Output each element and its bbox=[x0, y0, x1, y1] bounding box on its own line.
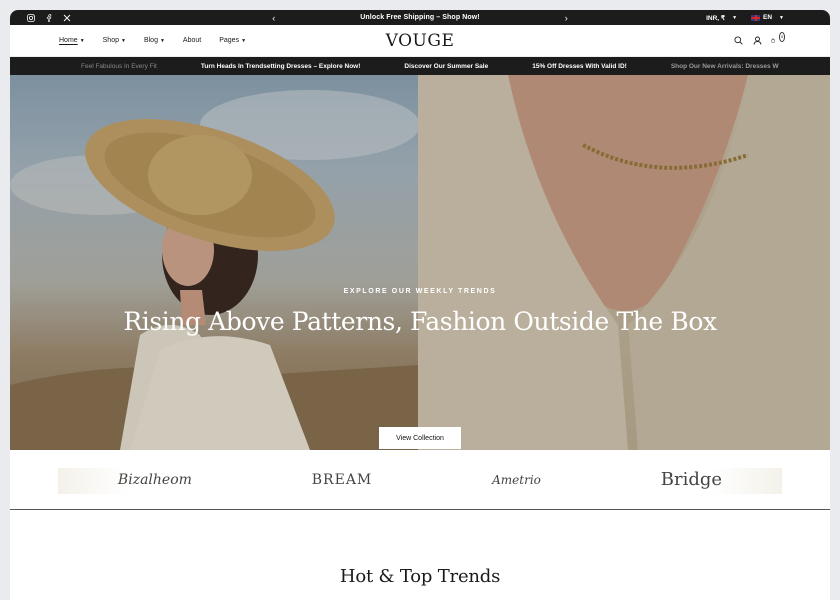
chevron-down-icon: ▼ bbox=[779, 14, 784, 21]
nav-label: Home bbox=[59, 37, 78, 44]
nav-item-pages[interactable]: Pages ▼ bbox=[219, 37, 246, 44]
header-actions: 0 bbox=[733, 31, 785, 46]
main-nav: Home ▼ Shop ▼ Blog ▼ About Pages ▼ VOUGE 0 bbox=[10, 25, 830, 57]
x-icon[interactable] bbox=[62, 13, 71, 22]
chevron-down-icon: ▼ bbox=[159, 37, 165, 44]
promo-text[interactable]: Unlock Free Shipping – Shop Now! bbox=[360, 14, 479, 21]
chevron-down-icon: ▼ bbox=[241, 37, 247, 44]
promo-carousel: ‹ Unlock Free Shipping – Shop Now! › bbox=[272, 13, 567, 23]
nav-label: Blog bbox=[143, 37, 158, 44]
marquee-item: Turn Heads In Trendsetting Dresses – Exp… bbox=[200, 62, 361, 70]
language-selector[interactable]: EN ▼ bbox=[751, 14, 784, 21]
section-title: Hot & Top Trends bbox=[339, 566, 501, 587]
social-links bbox=[26, 13, 71, 22]
marquee-strip: Feel Fabulous In Every Fit Turn Heads In… bbox=[10, 57, 830, 75]
nav-item-home[interactable]: Home ▼ bbox=[59, 37, 85, 44]
announcement-bar: ‹ Unlock Free Shipping – Shop Now! › INR… bbox=[10, 10, 830, 25]
hero-content: EXPLORE OUR WEEKLY TRENDS Rising Above P… bbox=[10, 75, 830, 450]
brand-logos: Bizalheom BREAM Ametrio Bridge bbox=[10, 450, 830, 510]
nav-label: Shop bbox=[102, 37, 119, 44]
brand-logo[interactable]: BREAM bbox=[312, 472, 373, 488]
nav-item-shop[interactable]: Shop ▼ bbox=[103, 37, 126, 44]
nav-label: Pages bbox=[219, 37, 240, 44]
currency-selector[interactable]: INR, ₹ ▼ bbox=[706, 14, 737, 22]
instagram-icon[interactable] bbox=[26, 13, 35, 22]
site-logo[interactable]: VOUGE bbox=[386, 31, 455, 51]
brand-logo[interactable]: Bridge bbox=[661, 469, 722, 490]
nav-menu: Home ▼ Shop ▼ Blog ▼ About Pages ▼ bbox=[59, 37, 246, 44]
search-icon[interactable] bbox=[733, 36, 743, 46]
currency-label: INR, ₹ bbox=[706, 14, 726, 22]
cart-count-badge: 0 bbox=[779, 31, 785, 42]
uk-flag-icon bbox=[751, 14, 761, 21]
marquee-item: Discover Our Summer Sale bbox=[404, 62, 489, 70]
brand-logo[interactable]: Ametrio bbox=[492, 473, 541, 487]
chevron-down-icon: ▼ bbox=[732, 14, 738, 21]
nav-label: About bbox=[182, 37, 202, 44]
marquee-item: Shop Our New Arrivals: Dresses W bbox=[670, 62, 779, 70]
hero-eyebrow: EXPLORE OUR WEEKLY TRENDS bbox=[343, 288, 497, 295]
marquee-item: 15% Off Dresses With Valid ID! bbox=[532, 62, 627, 70]
marquee-item: Feel Fabulous In Every Fit bbox=[81, 62, 157, 70]
brand-fade-right bbox=[712, 468, 782, 494]
locale-controls: INR, ₹ ▼ EN ▼ bbox=[706, 14, 784, 22]
chevron-right-icon[interactable]: › bbox=[565, 13, 568, 23]
brand-logo[interactable]: Bizalheom bbox=[118, 472, 192, 488]
chevron-down-icon: ▼ bbox=[121, 37, 126, 44]
chevron-down-icon: ▼ bbox=[79, 37, 85, 44]
hero-banner: EXPLORE OUR WEEKLY TRENDS Rising Above P… bbox=[10, 75, 830, 450]
page-frame: ‹ Unlock Free Shipping – Shop Now! › INR… bbox=[10, 10, 830, 600]
language-label: EN bbox=[763, 14, 773, 21]
cart-icon[interactable]: 0 bbox=[771, 31, 785, 46]
facebook-icon[interactable] bbox=[44, 13, 53, 22]
view-collection-button[interactable]: View Collection bbox=[379, 427, 461, 449]
nav-item-blog[interactable]: Blog ▼ bbox=[144, 37, 165, 44]
user-icon[interactable] bbox=[752, 36, 762, 46]
chevron-left-icon[interactable]: ‹ bbox=[272, 13, 275, 23]
hero-headline: Rising Above Patterns, Fashion Outside T… bbox=[123, 307, 717, 336]
nav-item-about[interactable]: About bbox=[183, 37, 201, 44]
